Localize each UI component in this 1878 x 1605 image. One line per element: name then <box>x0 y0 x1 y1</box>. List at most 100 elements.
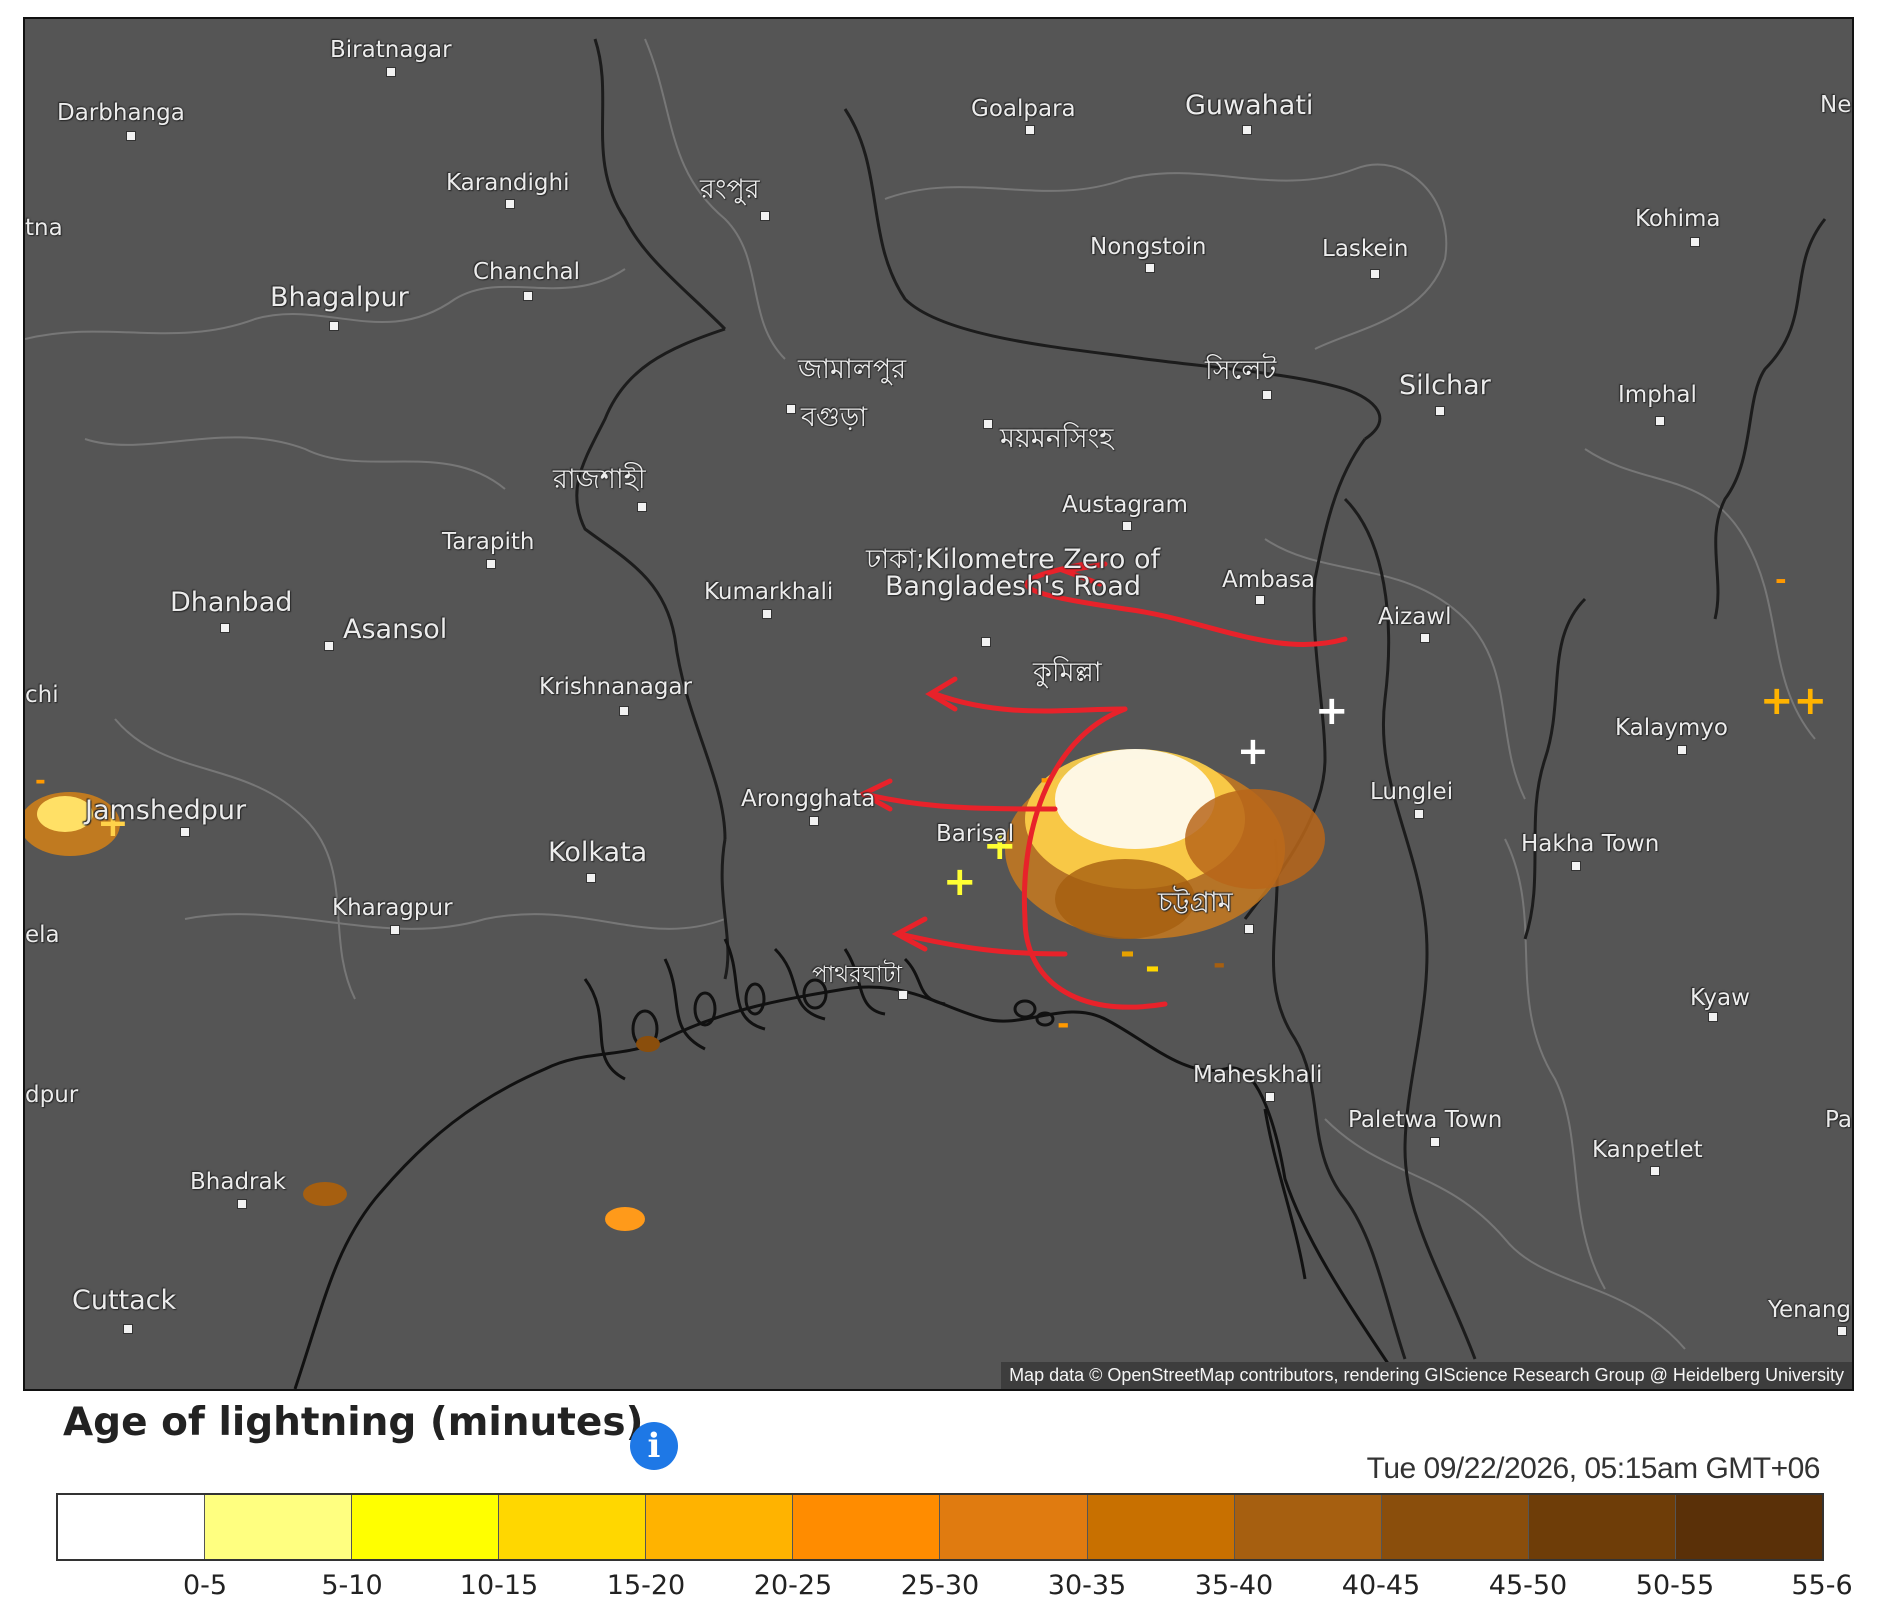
city-label[interactable]: Maheskhali <box>1193 1064 1322 1087</box>
city-label[interactable]: জামালপুর <box>798 356 906 383</box>
scale-swatch <box>1381 1495 1529 1559</box>
city-marker <box>505 199 515 209</box>
scale-swatch <box>58 1495 206 1559</box>
city-label[interactable]: চট্টগ্রাম <box>1158 889 1233 916</box>
svg-text:-: - <box>1057 1007 1069 1042</box>
city-label[interactable]: chi <box>25 684 59 707</box>
city-label[interactable]: Darbhanga <box>57 102 185 125</box>
city-label[interactable]: Barisal <box>936 823 1014 846</box>
scale-tick-label: 0-5 <box>182 1570 228 1601</box>
city-marker <box>1435 406 1445 416</box>
city-label[interactable]: Nongstoin <box>1090 236 1207 259</box>
city-marker <box>809 816 819 826</box>
city-marker <box>898 990 908 1000</box>
scale-swatch <box>352 1495 500 1559</box>
city-marker <box>760 211 770 221</box>
city-marker <box>1242 125 1252 135</box>
city-label[interactable]: dpur <box>25 1084 78 1107</box>
svg-text:++: ++ <box>1760 678 1827 724</box>
city-label[interactable]: Pa <box>1825 1109 1852 1132</box>
info-icon[interactable]: i <box>630 1422 678 1470</box>
city-label[interactable]: Bhadrak <box>190 1171 286 1194</box>
city-marker <box>1265 1092 1275 1102</box>
city-label[interactable]: ela <box>25 924 60 947</box>
city-marker <box>1430 1137 1440 1147</box>
city-label[interactable]: Goalpara <box>971 98 1076 121</box>
city-marker <box>981 637 991 647</box>
city-marker <box>123 1324 133 1334</box>
city-label[interactable]: Kohima <box>1635 208 1720 231</box>
city-label[interactable]: Kumarkhali <box>704 581 833 604</box>
scale-tick-label: 35-40 <box>1194 1570 1274 1601</box>
city-label[interactable]: tna <box>25 217 63 240</box>
city-label[interactable]: Austagram <box>1062 494 1188 517</box>
color-scale <box>56 1493 1824 1561</box>
city-label[interactable]: Lunglei <box>1370 781 1453 804</box>
city-label[interactable]: Ambasa <box>1222 569 1315 592</box>
city-label[interactable]: Yenang <box>1768 1299 1851 1322</box>
scale-tick-label: 15-20 <box>606 1570 686 1601</box>
city-marker <box>1370 269 1380 279</box>
city-marker <box>1690 237 1700 247</box>
city-marker <box>1708 1012 1718 1022</box>
city-label[interactable]: Imphal <box>1618 384 1697 407</box>
city-label[interactable]: Biratnagar <box>330 39 452 62</box>
city-label[interactable]: Arongghata <box>741 788 875 811</box>
city-label[interactable]: Kyaw <box>1690 987 1750 1010</box>
city-marker <box>1145 263 1155 273</box>
city-label[interactable]: Laskein <box>1322 238 1409 261</box>
svg-text:+: + <box>1237 729 1269 773</box>
city-label[interactable]: Hakha Town <box>1521 833 1659 856</box>
city-label[interactable]: Cuttack <box>72 1287 176 1314</box>
city-marker <box>180 827 190 837</box>
city-label[interactable]: রাজশাহী <box>553 466 646 493</box>
city-marker <box>1677 745 1687 755</box>
city-label[interactable]: Kalaymyo <box>1615 717 1728 740</box>
city-label[interactable]: Paletwa Town <box>1348 1109 1502 1132</box>
city-label[interactable]: ঢাকা;Kilometre Zero of Bangladesh's Road <box>863 546 1163 600</box>
scale-tick-label: 5-10 <box>321 1570 383 1601</box>
city-label[interactable]: Ne <box>1820 94 1851 117</box>
city-marker <box>1571 861 1581 871</box>
city-marker <box>1244 924 1254 934</box>
city-marker <box>237 1199 247 1209</box>
city-label[interactable]: Aizawl <box>1378 606 1452 629</box>
city-label[interactable]: Karandighi <box>446 172 569 195</box>
city-label[interactable]: Kanpetlet <box>1592 1139 1703 1162</box>
city-marker <box>486 559 496 569</box>
city-label[interactable]: Kolkata <box>548 839 647 866</box>
city-label[interactable]: রংপুর <box>700 176 760 203</box>
city-label[interactable]: Silchar <box>1399 372 1491 399</box>
city-label[interactable]: Tarapith <box>442 531 534 554</box>
lightning-map[interactable]: + + + + - - - - - + - ++ - Biratnagar Da… <box>23 17 1854 1391</box>
city-label[interactable]: কুমিল্লা <box>1033 659 1102 686</box>
svg-text:-: - <box>1775 563 1787 596</box>
city-marker <box>983 419 993 429</box>
scale-tick-label: 50-55 <box>1635 1570 1715 1601</box>
city-label[interactable]: Dhanbad <box>170 589 292 616</box>
city-marker <box>1837 1326 1847 1336</box>
city-marker <box>220 623 230 633</box>
city-label[interactable]: Bhagalpur <box>270 284 409 311</box>
city-label[interactable]: Jamshedpur <box>85 797 246 824</box>
city-label[interactable]: বগুড়া <box>801 404 867 431</box>
city-label[interactable]: সিলেট <box>1205 357 1276 384</box>
city-label[interactable]: ময়মনসিংহ <box>1000 425 1113 452</box>
scale-swatch <box>499 1495 647 1559</box>
city-marker <box>390 925 400 935</box>
city-marker <box>1122 521 1132 531</box>
city-label[interactable]: পাথরঘাটা <box>812 964 902 987</box>
city-label[interactable]: Kharagpur <box>332 897 453 920</box>
city-marker <box>1262 390 1272 400</box>
city-label[interactable]: Asansol <box>343 616 447 643</box>
city-label[interactable]: Krishnanagar <box>539 676 692 699</box>
city-label[interactable]: Chanchal <box>473 261 580 284</box>
city-marker <box>1655 416 1665 426</box>
scale-tick-label: 10-15 <box>459 1570 539 1601</box>
city-marker <box>386 67 396 77</box>
city-marker <box>1025 125 1035 135</box>
city-marker <box>126 131 136 141</box>
scale-tick-label: 20-25 <box>753 1570 833 1601</box>
scale-swatch <box>1087 1495 1235 1559</box>
city-label[interactable]: Guwahati <box>1185 92 1313 119</box>
